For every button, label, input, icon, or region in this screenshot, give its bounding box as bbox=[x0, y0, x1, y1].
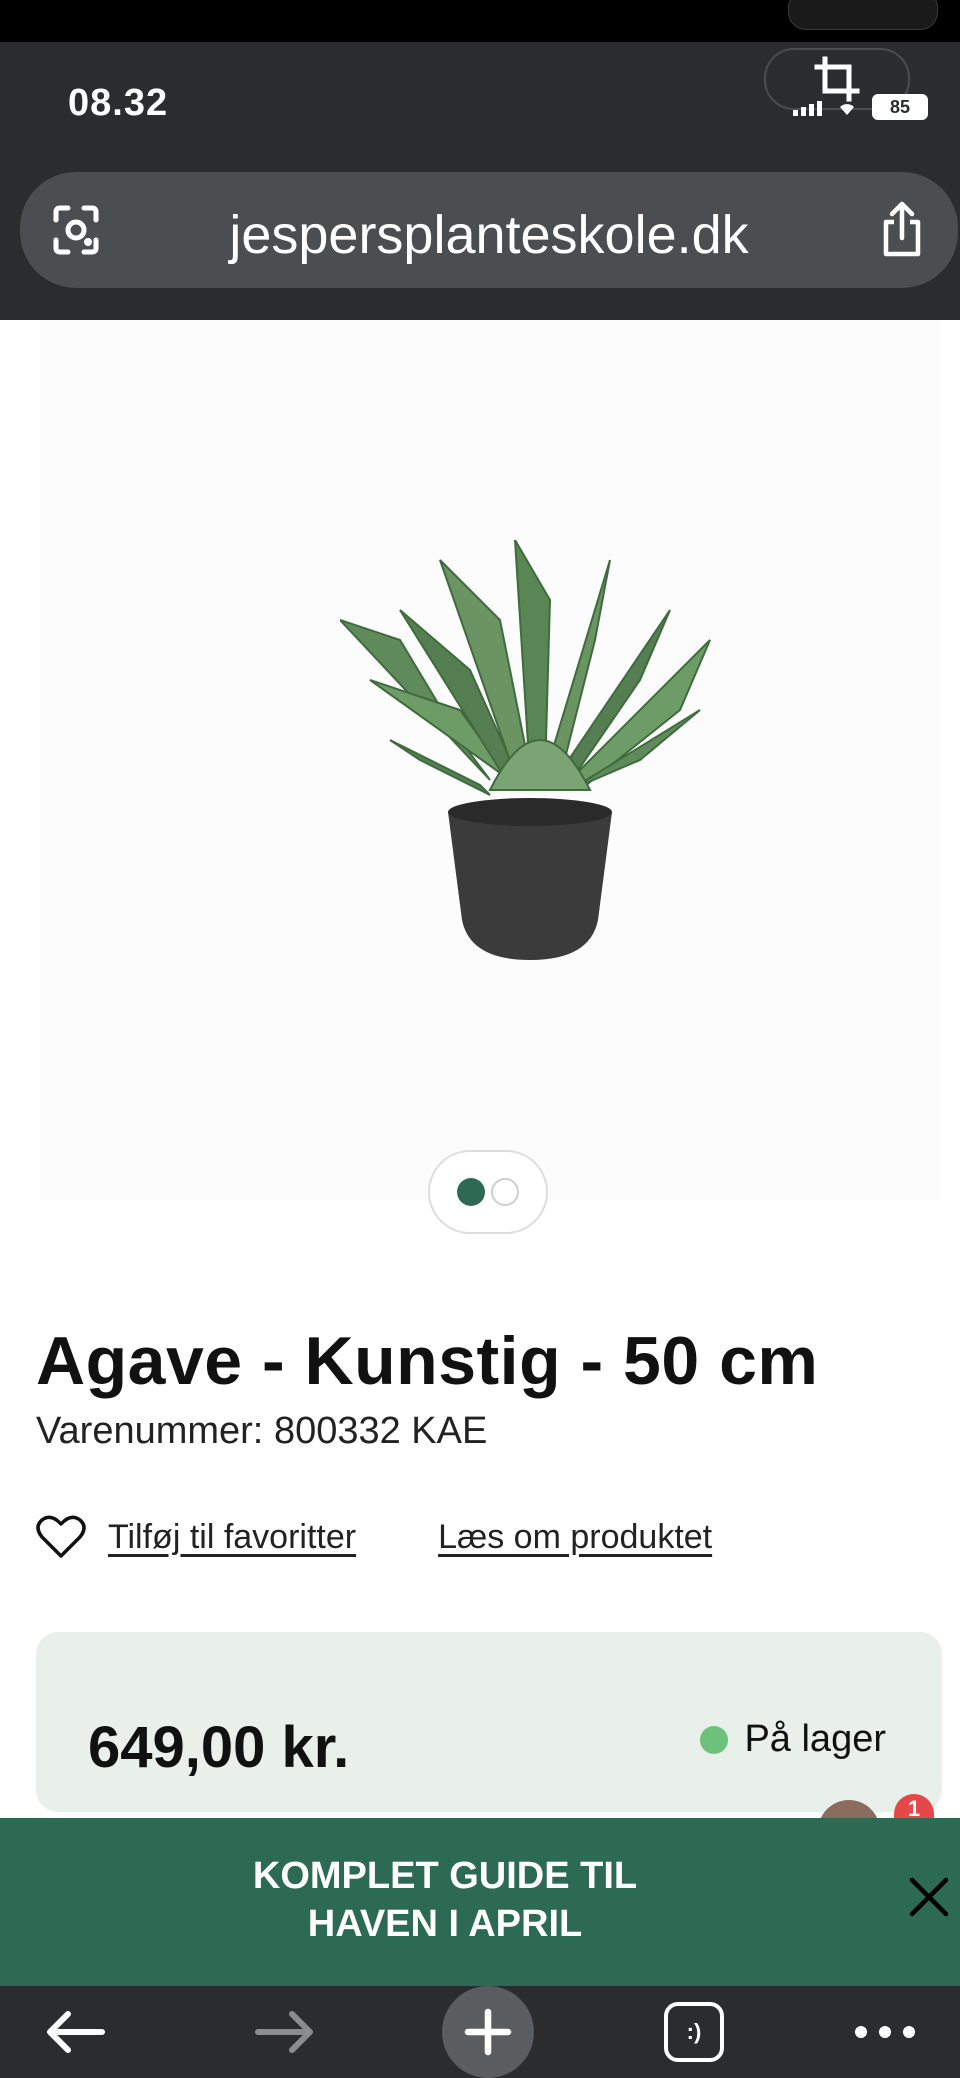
wifi-icon bbox=[840, 104, 854, 115]
promo-line-1: KOMPLET GUIDE TIL bbox=[252, 1855, 638, 1897]
crop-tab bbox=[788, 0, 938, 30]
new-tab-button[interactable] bbox=[442, 1986, 534, 2078]
promo-banner-text[interactable]: KOMPLET GUIDE TIL HAVEN I APRIL bbox=[60, 1852, 830, 1948]
status-time: 08.32 bbox=[68, 82, 169, 124]
stock-indicator-dot bbox=[700, 1725, 729, 1754]
sku-value: 800332 KAE bbox=[273, 1410, 488, 1452]
back-button[interactable] bbox=[40, 1998, 110, 2066]
product-title: Agave - Kunstig - 50 cm bbox=[36, 1323, 819, 1399]
status-icons: 85 bbox=[793, 94, 928, 120]
gallery-dot-active[interactable] bbox=[457, 1178, 485, 1206]
tabs-button[interactable]: :) bbox=[664, 2002, 724, 2062]
forward-button[interactable] bbox=[250, 1998, 320, 2066]
browser-header: 08.32 85 jespersplanteskole.dk bbox=[0, 42, 960, 320]
promo-banner[interactable]: KOMPLET GUIDE TIL HAVEN I APRIL bbox=[0, 1818, 960, 1986]
stock-status: På lager bbox=[700, 1718, 886, 1761]
battery-icon: 85 bbox=[872, 94, 928, 120]
address-bar[interactable]: jespersplanteskole.dk bbox=[20, 172, 958, 288]
read-about-product-link[interactable]: Læs om produktet bbox=[438, 1518, 712, 1557]
arrow-right-icon bbox=[255, 2011, 313, 2053]
product-price: 649,00 kr. bbox=[88, 1715, 350, 1780]
arrow-left-icon bbox=[47, 2011, 105, 2053]
signal-icon bbox=[793, 98, 822, 116]
price-card: 649,00 kr. På lager bbox=[36, 1632, 942, 1812]
product-sku: Varenummer: 800332 KAE bbox=[36, 1410, 487, 1453]
more-icon bbox=[855, 2026, 915, 2038]
share-icon[interactable] bbox=[876, 200, 928, 258]
product-image-frame bbox=[40, 320, 940, 1200]
menu-button[interactable] bbox=[850, 1998, 920, 2066]
browser-toolbar: :) bbox=[0, 1986, 960, 2078]
system-top-strip bbox=[0, 0, 960, 42]
close-icon[interactable] bbox=[906, 1874, 952, 1920]
add-to-favorites-link[interactable]: Tilføj til favoritter bbox=[108, 1518, 356, 1557]
gallery-dot[interactable] bbox=[491, 1178, 519, 1206]
product-actions: Tilføj til favoritter Læs om produktet bbox=[36, 1514, 712, 1560]
sku-label: Varenummer: bbox=[36, 1410, 264, 1452]
product-gallery[interactable] bbox=[0, 320, 960, 1250]
gallery-pagination[interactable] bbox=[428, 1150, 548, 1234]
url-text[interactable]: jespersplanteskole.dk bbox=[20, 204, 958, 266]
promo-line-2: HAVEN I APRIL bbox=[307, 1903, 583, 1945]
product-image[interactable] bbox=[340, 540, 720, 960]
heart-icon[interactable] bbox=[36, 1514, 86, 1560]
plus-icon bbox=[464, 2008, 512, 2056]
stock-label: På lager bbox=[744, 1718, 886, 1760]
